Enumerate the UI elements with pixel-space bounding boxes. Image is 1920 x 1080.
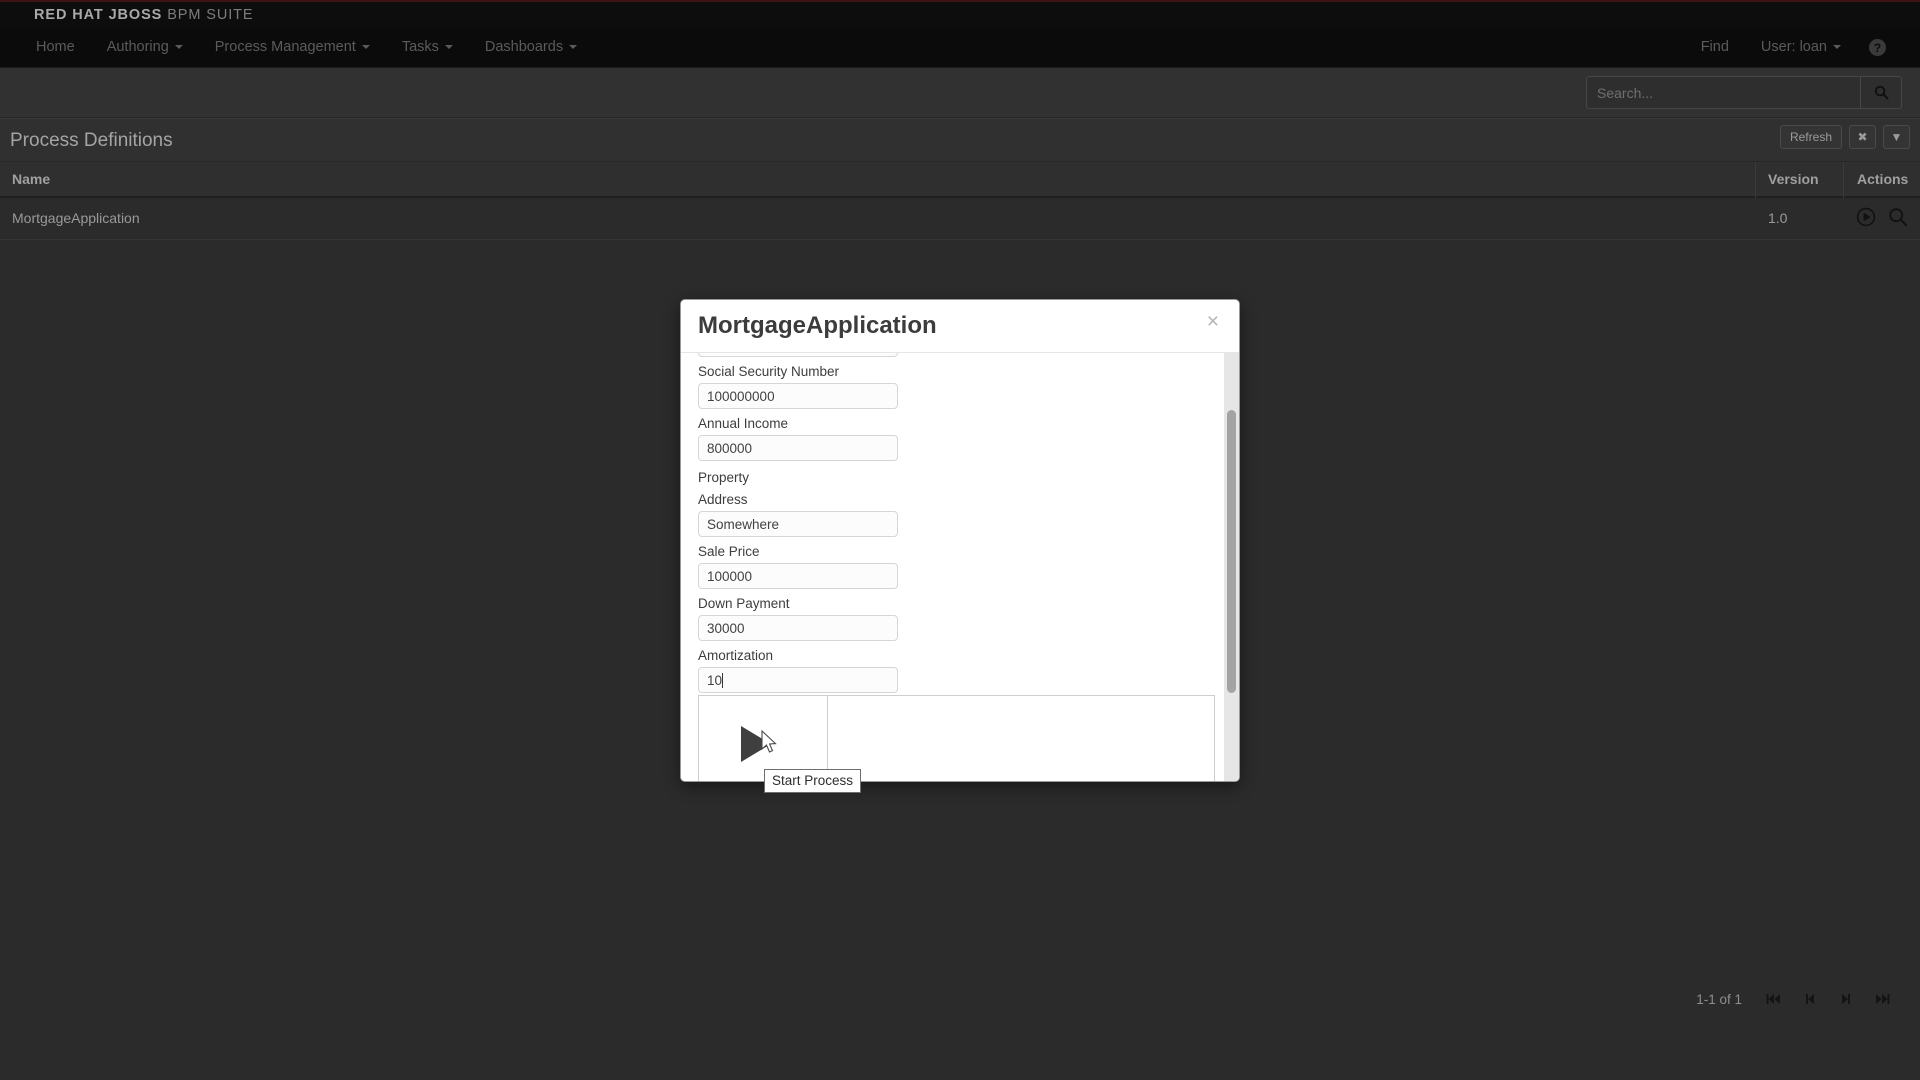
user-menu[interactable]: User: loan [1745, 27, 1857, 68]
panel-menu-button[interactable]: ▼ [1883, 125, 1910, 149]
previous-page-icon [1806, 994, 1814, 1004]
row-actions [1855, 206, 1909, 228]
address-input[interactable] [698, 511, 898, 537]
nav-item-authoring-label: Authoring [106, 38, 169, 55]
search-group [1586, 76, 1902, 109]
next-page-button[interactable] [1828, 985, 1864, 1013]
label-address: Address [698, 492, 748, 507]
table-header-row: Name Version Actions [0, 162, 1920, 198]
first-page-button[interactable] [1756, 985, 1792, 1013]
modal-scrollbar-track[interactable] [1224, 353, 1239, 781]
label-amortization: Amortization [698, 648, 774, 663]
chevron-down-icon [1833, 45, 1841, 50]
label-down-payment: Down Payment [698, 596, 790, 611]
chevron-down-icon [174, 44, 183, 49]
brand-logo-light: BPM SUITE [167, 6, 254, 23]
annual-income-input[interactable] [698, 435, 898, 461]
main-navigation-bar: Home Authoring Process Management Tasks … [0, 27, 1920, 68]
brand-logo: RED HAT JBOSS BPM SUITE [34, 7, 253, 23]
last-page-button[interactable] [1864, 985, 1900, 1013]
search-bar-strip [0, 68, 1920, 118]
sale-price-input[interactable] [698, 563, 898, 589]
search-input[interactable] [1586, 76, 1860, 109]
pagination: 1-1 of 1 [1696, 985, 1900, 1013]
section-label-property: Property [698, 470, 750, 485]
column-divider [1755, 162, 1756, 198]
nav-item-dashboards-label: Dashboards [484, 38, 564, 55]
cell-process-name: MortgageApplication [12, 210, 140, 226]
column-header-version[interactable]: Version [1768, 171, 1819, 187]
nav-item-home-label: Home [36, 38, 75, 55]
play-icon[interactable] [741, 726, 771, 762]
nav-item-process-management[interactable]: Process Management [199, 27, 386, 68]
previous-page-button[interactable] [1792, 985, 1828, 1013]
close-icon[interactable]: × [1201, 310, 1225, 333]
user-menu-label: User: loan [1760, 39, 1827, 55]
first-page-icon [1766, 994, 1780, 1004]
modal-header: MortgageApplication × [681, 300, 1239, 353]
page-title: Process Definitions [10, 130, 173, 151]
nav-item-tasks[interactable]: Tasks [386, 27, 469, 68]
close-panel-button[interactable]: ✖ [1849, 125, 1876, 149]
tooltip: Start Process [764, 769, 862, 793]
nav-secondary-items: Find User: loan ? [1685, 27, 1904, 68]
nav-item-process-management-label: Process Management [214, 38, 356, 55]
panel-toolbar: Refresh ✖ ▼ [1779, 125, 1910, 149]
search-icon [1874, 85, 1888, 100]
search-icon[interactable] [1887, 206, 1909, 228]
help-icon[interactable]: ? [1869, 39, 1886, 56]
column-divider [1843, 162, 1844, 198]
column-header-actions: Actions [1857, 171, 1909, 187]
nav-item-home[interactable]: Home [20, 27, 91, 68]
social-security-number-input[interactable] [698, 383, 898, 409]
text-cursor [722, 673, 723, 688]
brand-logo-bold: RED HAT JBOSS [34, 6, 163, 23]
modal-title: MortgageApplication [698, 312, 937, 339]
start-process-modal: MortgageApplication × Social Security Nu… [680, 299, 1240, 782]
nav-primary-items: Home Authoring Process Management Tasks … [20, 27, 593, 68]
amortization-input[interactable] [698, 667, 898, 693]
next-page-icon [1842, 994, 1850, 1004]
nav-item-find-label: Find [1700, 39, 1729, 55]
label-social-security-number: Social Security Number [698, 364, 840, 379]
modal-scrollbar-thumb[interactable] [1227, 410, 1236, 693]
cell-process-version: 1.0 [1768, 210, 1788, 226]
label-annual-income: Annual Income [698, 416, 789, 431]
last-page-icon [1876, 994, 1890, 1004]
nav-item-authoring[interactable]: Authoring [91, 27, 199, 68]
play-circle-icon[interactable] [1855, 206, 1877, 228]
nav-item-find[interactable]: Find [1685, 27, 1745, 68]
chevron-down-icon [569, 44, 578, 49]
brand-bar: RED HAT JBOSS BPM SUITE [0, 0, 1920, 27]
modal-body: Social Security Number Annual Income Pro… [681, 353, 1239, 781]
partially-visible-input[interactable] [698, 353, 898, 357]
column-header-name[interactable]: Name [12, 171, 50, 187]
table-row[interactable]: MortgageApplication 1.0 [0, 198, 1920, 240]
chevron-down-icon [361, 44, 370, 49]
pagination-range-label: 1-1 of 1 [1696, 991, 1742, 1007]
chevron-down-icon [444, 44, 453, 49]
label-sale-price: Sale Price [698, 544, 760, 559]
nav-item-tasks-label: Tasks [401, 38, 439, 55]
down-payment-input[interactable] [698, 615, 898, 641]
help-icon-glyph: ? [1873, 40, 1882, 55]
nav-item-dashboards[interactable]: Dashboards [469, 27, 593, 68]
process-form: Social Security Number Annual Income Pro… [698, 353, 1198, 693]
refresh-button[interactable]: Refresh [1779, 125, 1842, 149]
search-button[interactable] [1860, 76, 1902, 109]
process-definitions-panel-header: Process Definitions Refresh ✖ ▼ [0, 118, 1920, 162]
